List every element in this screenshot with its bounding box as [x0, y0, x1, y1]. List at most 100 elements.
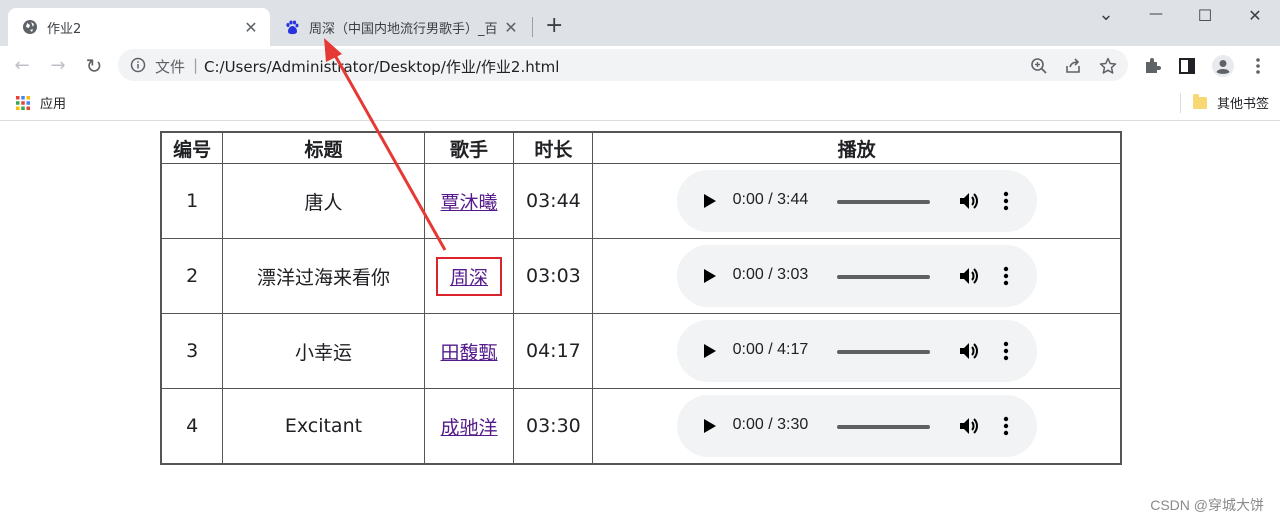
maximize-button[interactable]: ☐	[1190, 6, 1220, 25]
player-cell: 0:00 / 3:30	[592, 388, 1122, 465]
volume-icon[interactable]	[957, 265, 979, 287]
song-title: 小幸运	[222, 313, 425, 389]
table-row: 1 唐人 覃沐曦 03:44 0:00 / 3:44	[160, 163, 1122, 239]
song-duration: 03:03	[513, 238, 594, 314]
song-duration: 03:44	[513, 163, 594, 239]
header-number: 编号	[160, 131, 224, 164]
other-bookmarks-label: 其他书签	[1217, 97, 1270, 112]
progress-slider[interactable]	[836, 275, 930, 279]
volume-icon[interactable]	[957, 340, 979, 362]
share-icon[interactable]	[1064, 57, 1082, 75]
annotation-highlight-box: 周深	[436, 256, 503, 296]
songs-table: 编号 标题 歌手 时长 播放 1 唐人 覃沐曦 03:44 0:00 / 3:4…	[160, 131, 1122, 465]
extensions-puzzle-icon[interactable]	[1142, 56, 1162, 76]
song-title: Excitant	[222, 388, 425, 465]
singer-cell: 周深	[423, 238, 515, 314]
tab-close-icon[interactable]: ✕	[502, 18, 520, 37]
other-bookmarks[interactable]: 其他书签	[1193, 93, 1269, 112]
table-header-row: 编号 标题 歌手 时长 播放	[160, 131, 1122, 164]
play-icon[interactable]	[703, 344, 716, 358]
player-time: 0:00 / 4:17	[732, 341, 809, 358]
tab-search-dropdown-icon[interactable]: ⌄	[1091, 4, 1121, 25]
tab-title: 作业2	[47, 21, 82, 37]
globe-icon	[23, 20, 37, 34]
song-number: 1	[160, 163, 224, 239]
close-window-button[interactable]: ✕	[1240, 6, 1270, 25]
folder-icon	[1193, 93, 1207, 109]
more-options-icon[interactable]	[1002, 265, 1010, 287]
song-number: 3	[160, 313, 224, 389]
reload-button[interactable]: ↻	[82, 54, 106, 78]
header-play: 播放	[592, 131, 1122, 164]
volume-icon[interactable]	[957, 415, 979, 437]
more-options-icon[interactable]	[1002, 415, 1010, 437]
bookmarks-divider	[1180, 93, 1181, 113]
minimize-button[interactable]: —	[1141, 6, 1171, 22]
scheme-separator: |	[193, 56, 199, 74]
zoom-icon[interactable]	[1030, 57, 1048, 75]
tab-close-icon[interactable]: ✕	[242, 18, 260, 37]
table-row: 2 漂洋过海来看你 周深 03:03 0:00 / 3:03	[160, 238, 1122, 314]
more-menu-icon[interactable]	[1248, 56, 1268, 76]
song-duration: 04:17	[513, 313, 594, 389]
header-duration: 时长	[513, 131, 594, 164]
play-icon[interactable]	[703, 419, 716, 433]
player-cell: 0:00 / 4:17	[592, 313, 1122, 389]
toolbar: ← → ↻ 文件 | C:/Users/Administrator/Deskto…	[0, 46, 1280, 85]
scheme-label: 文件	[155, 58, 186, 76]
bookmark-star-icon[interactable]	[1099, 57, 1117, 75]
table-row: 3 小幸运 田馥甄 04:17 0:00 / 4:17	[160, 313, 1122, 389]
tab-inactive[interactable]: 周深（中国内地流行男歌手）_百 ✕	[272, 8, 530, 46]
bookmarks-bar: 应用 其他书签	[0, 85, 1280, 121]
more-options-icon[interactable]	[1002, 340, 1010, 362]
baidu-paw-icon	[286, 20, 299, 35]
forward-button[interactable]: →	[46, 54, 70, 78]
audio-player: 0:00 / 4:17	[676, 320, 1037, 382]
audio-player: 0:00 / 3:03	[676, 245, 1037, 307]
address-bar[interactable]: 文件 | C:/Users/Administrator/Desktop/作业/作…	[118, 49, 1128, 81]
singer-cell: 覃沐曦	[423, 163, 515, 239]
tab-separator	[532, 17, 533, 37]
volume-icon[interactable]	[957, 190, 979, 212]
player-cell: 0:00 / 3:03	[592, 238, 1122, 314]
side-panel-icon[interactable]	[1177, 56, 1197, 76]
play-icon[interactable]	[703, 269, 716, 283]
singer-link[interactable]: 周深	[450, 267, 488, 289]
audio-player: 0:00 / 3:30	[676, 395, 1037, 457]
singer-cell: 田馥甄	[423, 313, 515, 389]
more-options-icon[interactable]	[1002, 190, 1010, 212]
song-number: 2	[160, 238, 224, 314]
song-title: 唐人	[222, 163, 425, 239]
progress-slider[interactable]	[836, 425, 930, 429]
song-number: 4	[160, 388, 224, 465]
header-singer: 歌手	[423, 131, 515, 164]
play-icon[interactable]	[703, 194, 716, 208]
progress-slider[interactable]	[836, 200, 930, 204]
player-time: 0:00 / 3:30	[732, 416, 809, 433]
progress-slider[interactable]	[836, 350, 930, 354]
singer-link[interactable]: 成驰洋	[441, 417, 498, 439]
singer-cell: 成驰洋	[423, 388, 515, 465]
table-row: 4 Excitant 成驰洋 03:30 0:00 / 3:30	[160, 388, 1122, 465]
tab-strip: 作业2 ✕ 周深（中国内地流行男歌手）_百 ✕ + ⌄ — ☐ ✕	[0, 0, 1280, 46]
page-content: 编号 标题 歌手 时长 播放 1 唐人 覃沐曦 03:44 0:00 / 3:4…	[0, 121, 1280, 523]
info-icon[interactable]	[130, 57, 146, 73]
watermark: CSDN @穿城大饼	[1150, 497, 1264, 513]
singer-link[interactable]: 覃沐曦	[441, 192, 498, 214]
url-text[interactable]: C:/Users/Administrator/Desktop/作业/作业2.ht…	[204, 56, 559, 77]
player-time: 0:00 / 3:44	[732, 191, 809, 208]
tab-active[interactable]: 作业2 ✕	[8, 8, 270, 46]
song-duration: 03:30	[513, 388, 594, 465]
apps-shortcut[interactable]: 应用	[16, 93, 66, 112]
tab-title: 周深（中国内地流行男歌手）_百	[309, 21, 498, 37]
apps-grid-icon	[16, 95, 30, 110]
apps-label: 应用	[40, 97, 67, 112]
player-cell: 0:00 / 3:44	[592, 163, 1122, 239]
song-title: 漂洋过海来看你	[222, 238, 425, 314]
new-tab-button[interactable]: +	[545, 15, 563, 37]
profile-avatar-icon[interactable]	[1212, 55, 1234, 77]
player-time: 0:00 / 3:03	[732, 266, 809, 283]
back-button[interactable]: ←	[10, 54, 34, 78]
header-title: 标题	[222, 131, 425, 164]
singer-link[interactable]: 田馥甄	[441, 342, 498, 364]
